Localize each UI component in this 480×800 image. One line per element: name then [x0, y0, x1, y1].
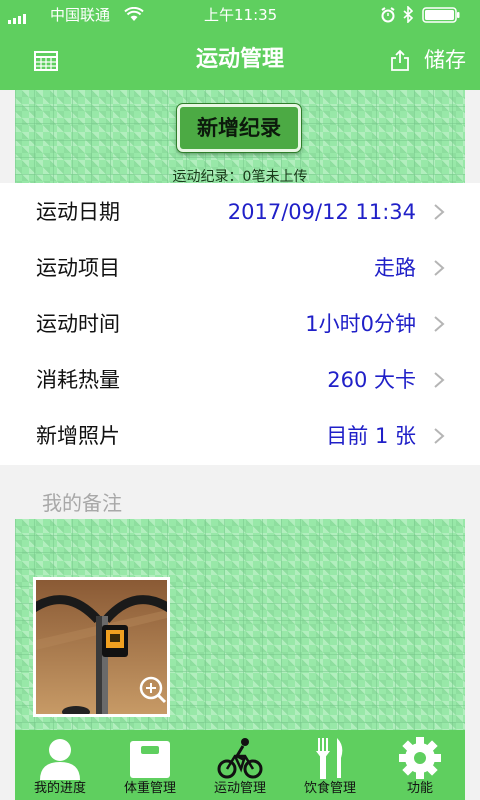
wifi-icon: [124, 6, 144, 26]
photo-thumbnail[interactable]: [33, 577, 170, 717]
share-icon: [391, 49, 409, 71]
row-value: 走路: [374, 256, 416, 280]
battery-icon: [422, 7, 462, 27]
upload-status-text: 运动纪录：0笔未上传: [172, 169, 308, 183]
save-label: 储存: [424, 48, 466, 72]
row-exercise-type[interactable]: 运动项目 走路: [0, 240, 480, 296]
exercise-form: 运动日期 2017/09/12 11:34 运动项目 走路 运动时间 1小时0分…: [0, 183, 480, 465]
tab-label: 功能: [406, 781, 433, 796]
row-label: 运动日期: [36, 200, 120, 224]
row-label: 运动时间: [36, 312, 120, 336]
chevron-right-icon: [434, 428, 445, 444]
tab-my-progress[interactable]: 我的进度: [15, 730, 105, 800]
chevron-right-icon: [434, 316, 445, 332]
row-exercise-date[interactable]: 运动日期 2017/09/12 11:34: [0, 184, 480, 240]
carrier-name: 中国联通: [50, 6, 111, 24]
exercise-bike-photo: [36, 580, 167, 714]
row-value: 1小时0分钟: [305, 312, 416, 336]
chevron-right-icon: [434, 372, 445, 388]
tab-label: 体重管理: [123, 781, 176, 796]
person-icon: [40, 739, 80, 780]
tab-functions[interactable]: 功能: [375, 730, 465, 800]
row-add-photo[interactable]: 新增照片 目前 1 张: [0, 408, 480, 464]
clock-time: 上午11:35: [204, 6, 278, 24]
row-exercise-duration[interactable]: 运动时间 1小时0分钟: [0, 296, 480, 352]
notes-label[interactable]: 我的备注: [42, 488, 122, 518]
signal-icon: [8, 10, 30, 28]
bicycle-icon: [217, 738, 263, 779]
row-calories-burned[interactable]: 消耗热量 260 大卡: [0, 352, 480, 408]
scale-icon: [130, 741, 170, 778]
row-value: 2017/09/12 11:34: [227, 200, 416, 224]
tab-label: 饮食管理: [303, 781, 356, 796]
status-bar: 中国联通 上午11:35: [0, 0, 480, 30]
row-value: 260 大卡: [327, 368, 416, 392]
tab-label: 运动管理: [213, 781, 266, 796]
fork-knife-icon: [316, 738, 343, 779]
save-button[interactable]: 储存: [390, 30, 466, 90]
chevron-right-icon: [434, 204, 445, 220]
add-record-button[interactable]: 新增纪录: [177, 104, 301, 152]
nav-bar: 运动管理 储存: [0, 30, 480, 90]
tab-label: 我的进度: [33, 781, 86, 796]
tab-weight-management[interactable]: 体重管理: [105, 730, 195, 800]
row-label: 新增照片: [36, 424, 120, 448]
tab-diet-management[interactable]: 饮食管理: [285, 730, 375, 800]
tab-exercise-management[interactable]: 运动管理: [195, 730, 285, 800]
alarm-icon: [380, 7, 396, 27]
row-label: 消耗热量: [36, 368, 120, 392]
tab-bar: 我的进度 体重管理 运动管理 饮食管理 功能: [15, 730, 465, 800]
chevron-right-icon: [434, 260, 445, 276]
bluetooth-icon: [403, 5, 414, 27]
row-value: 目前 1 张: [326, 424, 416, 448]
record-banner: 新增纪录 运动纪录：0笔未上传: [15, 90, 465, 183]
gear-icon: [399, 737, 441, 779]
row-label: 运动项目: [36, 256, 120, 280]
